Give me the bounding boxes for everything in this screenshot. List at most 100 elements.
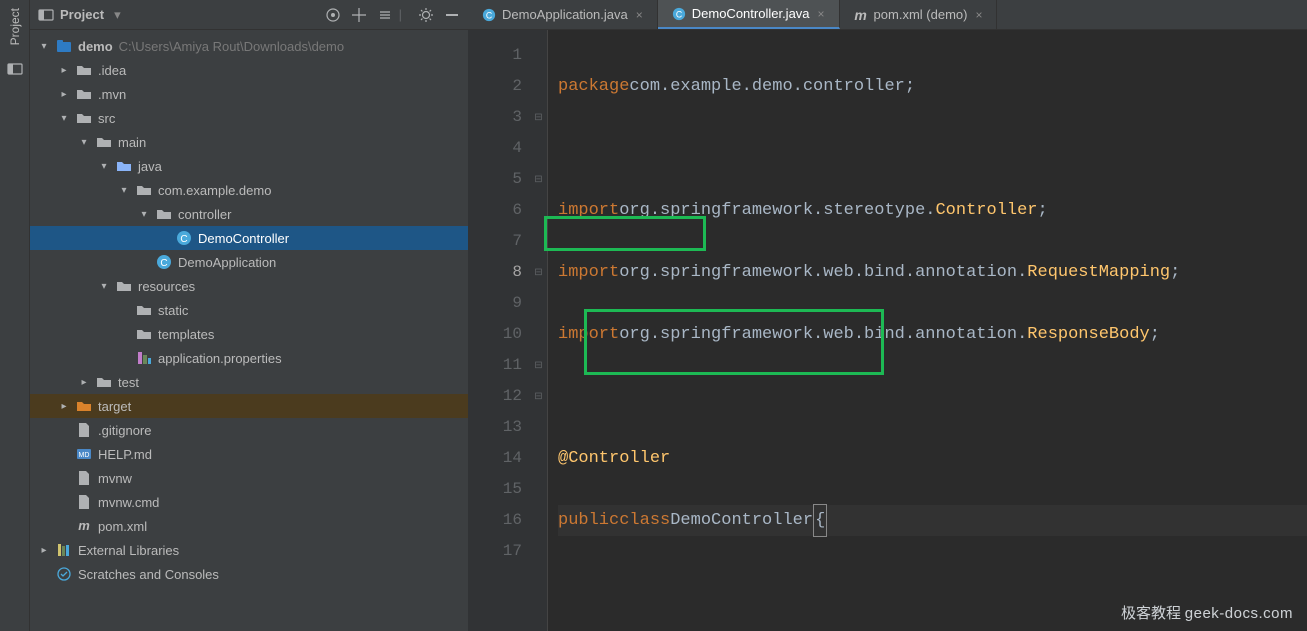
file-icon bbox=[76, 422, 92, 438]
scratches-icon bbox=[56, 566, 72, 582]
code-editor[interactable]: package com.example.demo.controller; imp… bbox=[548, 30, 1307, 631]
tree-node-scratches[interactable]: ▸Scratches and Consoles bbox=[30, 562, 468, 586]
folder-icon bbox=[96, 134, 112, 150]
tree-node-mvnw[interactable]: ▸mvnw bbox=[30, 466, 468, 490]
tree-node-mvn[interactable]: ▸.mvn bbox=[30, 82, 468, 106]
tree-label: HELP.md bbox=[98, 447, 152, 462]
package-icon bbox=[156, 206, 172, 222]
project-header: Project ▾ | bbox=[30, 0, 468, 30]
tree-label: templates bbox=[158, 327, 214, 342]
collapse-all-icon[interactable] bbox=[377, 7, 393, 23]
tree-node-main[interactable]: ▾main bbox=[30, 130, 468, 154]
file-icon bbox=[76, 494, 92, 510]
file-icon bbox=[76, 470, 92, 486]
tree-path: C:\Users\Amiya Rout\Downloads\demo bbox=[119, 39, 344, 54]
svg-text:C: C bbox=[676, 9, 682, 19]
class-icon: C bbox=[176, 230, 192, 246]
tab-label: DemoController.java bbox=[692, 6, 810, 21]
hide-icon[interactable] bbox=[444, 7, 460, 23]
gutter: 1234567891011121314151617 bbox=[468, 30, 530, 631]
class-icon: C bbox=[672, 7, 686, 21]
gear-icon[interactable] bbox=[418, 7, 434, 23]
tree-label: .mvn bbox=[98, 87, 126, 102]
tree-node-java[interactable]: ▾java bbox=[30, 154, 468, 178]
target-folder-icon bbox=[76, 398, 92, 414]
tree-node-demo[interactable]: ▾ demoC:\Users\Amiya Rout\Downloads\demo bbox=[30, 34, 468, 58]
tree-label: main bbox=[118, 135, 146, 150]
tree-node-appprops[interactable]: ▸application.properties bbox=[30, 346, 468, 370]
maven-icon: m bbox=[76, 518, 92, 534]
tree-label: java bbox=[138, 159, 162, 174]
folder-icon bbox=[76, 110, 92, 126]
folder-icon bbox=[96, 374, 112, 390]
tab-label: DemoApplication.java bbox=[502, 7, 628, 22]
maven-icon: m bbox=[854, 8, 868, 22]
project-tree[interactable]: ▾ demoC:\Users\Amiya Rout\Downloads\demo… bbox=[30, 30, 468, 631]
tree-node-src[interactable]: ▾src bbox=[30, 106, 468, 130]
tree-label: demo bbox=[78, 39, 113, 54]
svg-text:C: C bbox=[180, 234, 187, 245]
fold-column[interactable]: ⊟⊟⊟⊟⊟ bbox=[530, 30, 548, 631]
svg-text:MD: MD bbox=[79, 452, 90, 459]
editor-body[interactable]: 1234567891011121314151617 ⊟⊟⊟⊟⊟ package … bbox=[468, 30, 1307, 631]
project-view-dropdown[interactable]: ▾ bbox=[114, 7, 121, 23]
tree-node-target[interactable]: ▸target bbox=[30, 394, 468, 418]
project-tool-icon bbox=[7, 61, 23, 77]
folder-icon bbox=[76, 62, 92, 78]
svg-text:C: C bbox=[486, 10, 492, 20]
tree-node-democontroller[interactable]: ▸CDemoController bbox=[30, 226, 468, 250]
tree-label: target bbox=[98, 399, 131, 414]
markdown-icon: MD bbox=[76, 446, 92, 462]
expand-all-icon[interactable] bbox=[351, 7, 367, 23]
tree-node-helpmd[interactable]: ▸MDHELP.md bbox=[30, 442, 468, 466]
project-view-icon bbox=[38, 7, 54, 23]
tab-demoapplication[interactable]: C DemoApplication.java × bbox=[468, 0, 658, 29]
folder-icon bbox=[136, 326, 152, 342]
tab-pom[interactable]: m pom.xml (demo) × bbox=[840, 0, 998, 29]
tree-label: mvnw bbox=[98, 471, 132, 486]
close-icon[interactable]: × bbox=[975, 8, 982, 22]
tree-node-idea[interactable]: ▸.idea bbox=[30, 58, 468, 82]
tree-label: External Libraries bbox=[78, 543, 179, 558]
folder-icon bbox=[136, 302, 152, 318]
tree-label: com.example.demo bbox=[158, 183, 271, 198]
package-icon bbox=[136, 182, 152, 198]
tree-label: pom.xml bbox=[98, 519, 147, 534]
tree-label: mvnw.cmd bbox=[98, 495, 159, 510]
tree-label: static bbox=[158, 303, 188, 318]
tree-label: controller bbox=[178, 207, 231, 222]
tree-label: DemoApplication bbox=[178, 255, 276, 270]
libraries-icon bbox=[56, 542, 72, 558]
tree-node-controller-pkg[interactable]: ▾controller bbox=[30, 202, 468, 226]
tree-node-test[interactable]: ▸test bbox=[30, 370, 468, 394]
locate-icon[interactable] bbox=[325, 7, 341, 23]
tree-node-pom[interactable]: ▸mpom.xml bbox=[30, 514, 468, 538]
svg-text:C: C bbox=[160, 258, 167, 269]
tree-node-ext-lib[interactable]: ▸External Libraries bbox=[30, 538, 468, 562]
class-icon: C bbox=[156, 254, 172, 270]
tree-node-gitignore[interactable]: ▸.gitignore bbox=[30, 418, 468, 442]
tree-node-package[interactable]: ▾com.example.demo bbox=[30, 178, 468, 202]
tree-label: test bbox=[118, 375, 139, 390]
tree-node-resources[interactable]: ▾resources bbox=[30, 274, 468, 298]
tab-label: pom.xml (demo) bbox=[874, 7, 968, 22]
tree-label: application.properties bbox=[158, 351, 282, 366]
tab-democontroller[interactable]: C DemoController.java × bbox=[658, 0, 840, 29]
watermark: 极客教程 geek-docs.com bbox=[1121, 602, 1293, 623]
tree-label: .idea bbox=[98, 63, 126, 78]
project-pane: Project ▾ | ▾ demo C:\Users\Amiya Rout\Do… bbox=[30, 0, 468, 631]
tree-label: src bbox=[98, 111, 115, 126]
tree-node-templates[interactable]: ▸templates bbox=[30, 322, 468, 346]
tree-node-demoapplication[interactable]: ▸CDemoApplication bbox=[30, 250, 468, 274]
tree-node-static[interactable]: ▸static bbox=[30, 298, 468, 322]
close-icon[interactable]: × bbox=[636, 8, 643, 22]
close-icon[interactable]: × bbox=[818, 7, 825, 21]
tree-node-mvnwcmd[interactable]: ▸mvnw.cmd bbox=[30, 490, 468, 514]
tree-label: DemoController bbox=[198, 231, 289, 246]
editor-tabs: C DemoApplication.java × C DemoControlle… bbox=[468, 0, 1307, 30]
project-header-title: Project bbox=[60, 7, 104, 22]
class-icon: C bbox=[482, 8, 496, 22]
project-tool-tab[interactable]: Project bbox=[8, 8, 22, 45]
tool-window-bar[interactable]: Project bbox=[0, 0, 30, 631]
tree-label: .gitignore bbox=[98, 423, 151, 438]
